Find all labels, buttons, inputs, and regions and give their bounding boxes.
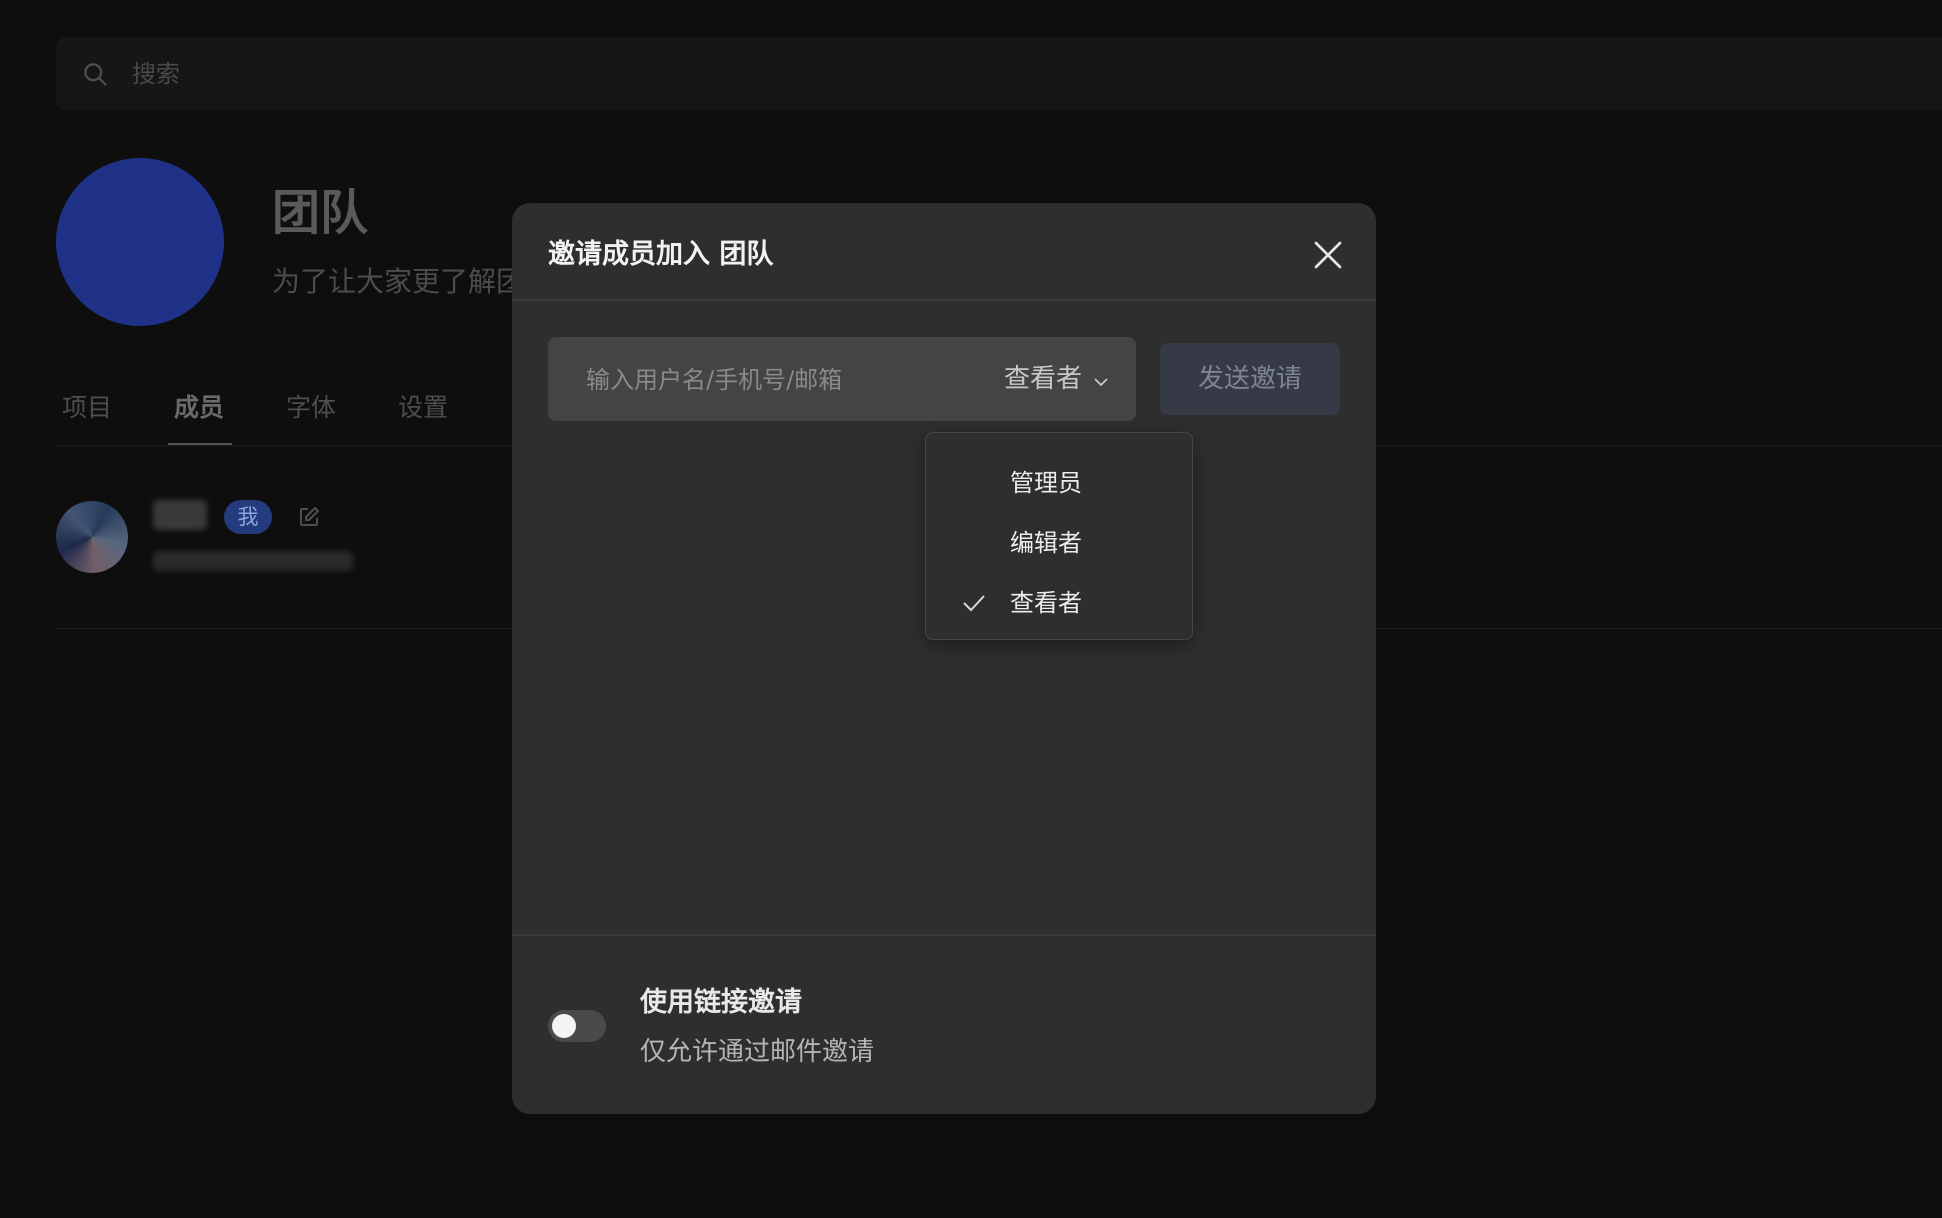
tab-projects[interactable]: 项目 <box>62 388 112 428</box>
modal-footer-divider <box>512 934 1376 936</box>
member-name-blurred <box>153 500 207 530</box>
me-badge: 我 <box>224 500 272 534</box>
team-title: 团队 <box>272 185 369 241</box>
modal-title: 邀请成员加入 团队 <box>548 239 774 270</box>
invite-modal: 邀请成员加入 团队 查看者 发送邀请 管理员 编辑者 查看者 <box>512 203 1376 1114</box>
send-invite-button[interactable]: 发送邀请 <box>1160 343 1340 415</box>
tab-members[interactable]: 成员 <box>174 388 224 428</box>
role-option-label: 编辑者 <box>1010 529 1082 557</box>
member-avatar <box>56 501 128 573</box>
role-option-editor[interactable]: 编辑者 <box>926 513 1192 573</box>
team-avatar <box>56 158 224 326</box>
role-option-viewer[interactable]: 查看者 <box>926 573 1192 633</box>
toggle-knob <box>552 1014 576 1038</box>
tab-fonts[interactable]: 字体 <box>286 388 336 428</box>
invite-field: 查看者 <box>548 337 1136 423</box>
role-select[interactable]: 查看者 <box>1004 337 1124 421</box>
tab-settings[interactable]: 设置 <box>398 388 448 428</box>
role-option-admin[interactable]: 管理员 <box>926 453 1192 513</box>
selected-role-label: 查看者 <box>1004 364 1083 394</box>
role-dropdown-menu: 管理员 编辑者 查看者 <box>925 432 1193 640</box>
close-icon[interactable] <box>1310 237 1346 273</box>
search-bar[interactable]: 搜索 <box>56 37 1942 110</box>
modal-header-divider <box>512 299 1376 301</box>
role-option-label: 查看者 <box>1010 589 1082 617</box>
role-option-label: 管理员 <box>1010 469 1082 497</box>
team-description: 为了让大家更了解团 <box>272 265 512 298</box>
chevron-down-icon <box>1094 378 1108 387</box>
check-icon <box>963 595 985 612</box>
invite-user-input[interactable] <box>584 337 968 423</box>
search-placeholder: 搜索 <box>132 60 180 88</box>
link-invite-title: 使用链接邀请 <box>640 987 802 1018</box>
member-email-blurred <box>153 551 353 571</box>
edit-icon[interactable] <box>297 505 321 529</box>
link-invite-description: 仅允许通过邮件邀请 <box>640 1037 875 1067</box>
link-invite-toggle[interactable] <box>548 1010 606 1042</box>
search-icon <box>84 63 107 86</box>
